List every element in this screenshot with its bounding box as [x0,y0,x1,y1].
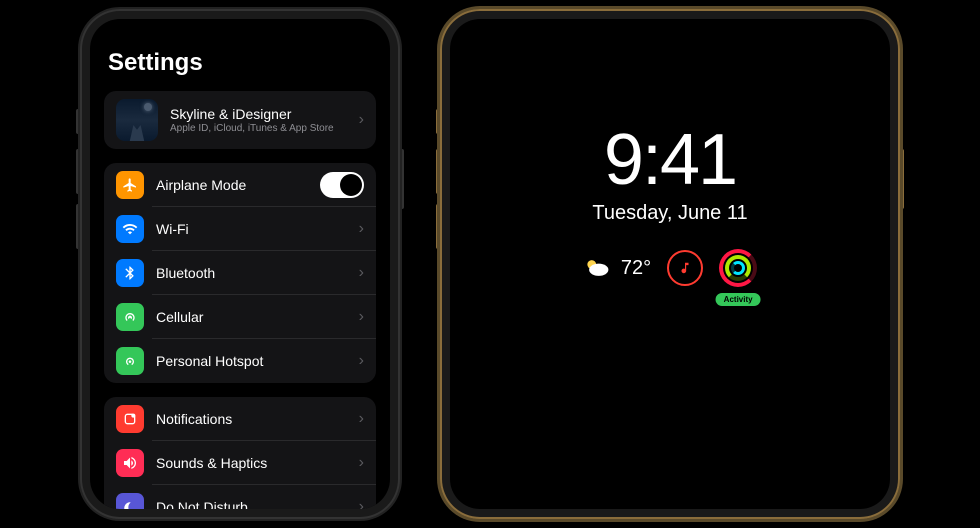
row-label: Cellular [156,309,359,325]
alerts-group: Notifications › Sounds & Haptics › Do No… [104,397,376,509]
profile-group: Skyline & iDesigner Apple ID, iCloud, iT… [104,91,376,149]
music-note-icon [678,261,692,275]
moon-icon [116,493,144,509]
widgets-row: 72° Activity [450,249,890,287]
dnd-row[interactable]: Do Not Disturb › [104,485,376,509]
notch [165,19,315,41]
power-button [400,149,404,209]
phone-screen: 9:41 Tuesday, June 11 72° [450,19,890,509]
row-label: Sounds & Haptics [156,455,359,471]
clock-date: Tuesday, June 11 [450,202,890,225]
profile-avatar [116,99,158,141]
chevron-right-icon: › [359,220,364,238]
airplane-icon [116,171,144,199]
page-title: Settings [108,49,376,77]
row-label: Do Not Disturb [156,499,359,509]
activity-widget[interactable]: Activity [719,249,757,287]
phone-lockscreen: 9:41 Tuesday, June 11 72° [440,9,900,519]
settings-app: Settings Skyline & iDesigner Apple ID, i… [90,19,390,509]
cellular-icon [116,303,144,331]
connectivity-group: Airplane Mode Wi-Fi › Bluetooth › [104,163,376,383]
notch [580,19,760,45]
wifi-row[interactable]: Wi-Fi › [104,207,376,251]
airplane-toggle[interactable] [320,172,364,198]
row-label: Airplane Mode [156,177,320,193]
hotspot-icon [116,347,144,375]
chevron-right-icon: › [359,308,364,326]
temperature: 72° [621,257,651,280]
sounds-icon [116,449,144,477]
chevron-right-icon: › [359,352,364,370]
bluetooth-icon [116,259,144,287]
phone-frame: Settings Skyline & iDesigner Apple ID, i… [80,9,400,519]
chevron-right-icon: › [359,454,364,472]
chevron-right-icon: › [359,111,364,129]
notifications-row[interactable]: Notifications › [104,397,376,441]
bluetooth-row[interactable]: Bluetooth › [104,251,376,295]
clock-time: 9:41 [450,124,890,196]
chevron-right-icon: › [359,498,364,509]
profile-subtitle: Apple ID, iCloud, iTunes & App Store [170,123,359,134]
power-button [900,149,904,209]
airplane-mode-row[interactable]: Airplane Mode [104,163,376,207]
phone-frame: 9:41 Tuesday, June 11 72° [440,9,900,519]
profile-name: Skyline & iDesigner [170,106,359,122]
row-label: Personal Hotspot [156,353,359,369]
weather-widget[interactable]: 72° [583,257,651,280]
phone-settings: Settings Skyline & iDesigner Apple ID, i… [80,9,400,519]
music-widget[interactable] [667,250,703,286]
lock-screen: 9:41 Tuesday, June 11 72° [450,19,890,287]
chevron-right-icon: › [359,264,364,282]
row-label: Bluetooth [156,265,359,281]
cellular-row[interactable]: Cellular › [104,295,376,339]
wifi-icon [116,215,144,243]
phone-screen: Settings Skyline & iDesigner Apple ID, i… [90,19,390,509]
row-label: Notifications [156,411,359,427]
sounds-row[interactable]: Sounds & Haptics › [104,441,376,485]
notifications-icon [116,405,144,433]
activity-label: Activity [716,293,761,306]
profile-row[interactable]: Skyline & iDesigner Apple ID, iCloud, iT… [104,91,376,149]
weather-icon [583,257,611,279]
chevron-right-icon: › [359,410,364,428]
row-label: Wi-Fi [156,221,359,237]
hotspot-row[interactable]: Personal Hotspot › [104,339,376,383]
